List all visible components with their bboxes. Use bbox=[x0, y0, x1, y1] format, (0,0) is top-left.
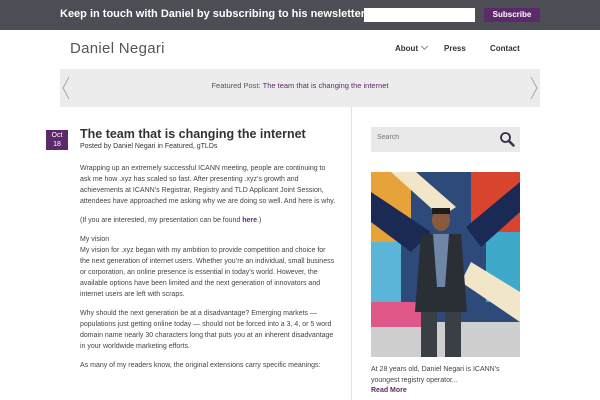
featured-post-label: Featured Post: bbox=[211, 81, 261, 90]
newsletter-bar: Keep in touch with Daniel by subscribing… bbox=[0, 0, 600, 30]
nav-item-contact[interactable]: Contact bbox=[490, 44, 520, 53]
featured-post-banner: Featured Post: The team that is changing… bbox=[60, 69, 540, 107]
site-title[interactable]: Daniel Negari bbox=[70, 40, 165, 57]
subscribe-button[interactable]: Subscribe bbox=[484, 8, 540, 22]
column-divider bbox=[351, 107, 352, 400]
post-meta: Posted by Daniel Negari in Featured, gTL… bbox=[80, 143, 217, 150]
post-date-badge: Oct 18 bbox=[46, 130, 68, 150]
nav-item-about[interactable]: About bbox=[395, 42, 429, 53]
search-input[interactable] bbox=[377, 134, 487, 141]
post-paragraph: As many of my readers know, the original… bbox=[80, 362, 321, 369]
profile-photo bbox=[371, 172, 520, 357]
post-paragraph: Why should the next generation be at a d… bbox=[80, 310, 334, 350]
post-meta-mid: in bbox=[155, 143, 165, 150]
nav-item-about-label: About bbox=[395, 44, 419, 53]
chevron-right-icon[interactable] bbox=[530, 76, 538, 100]
featured-post-text: Featured Post: The team that is changing… bbox=[60, 81, 540, 90]
section-heading: My vision bbox=[80, 236, 110, 243]
post-title[interactable]: The team that is changing the internet bbox=[80, 127, 306, 141]
presentation-link[interactable]: here bbox=[242, 217, 257, 224]
chevron-down-icon bbox=[421, 42, 429, 51]
post-paragraph: (If you are interested, my presentation … bbox=[80, 215, 336, 226]
post-date-month: Oct bbox=[51, 132, 63, 139]
search-icon[interactable] bbox=[499, 131, 515, 147]
post-date-day: 18 bbox=[53, 141, 61, 148]
site-header: Daniel Negari About Press Contact bbox=[0, 30, 600, 69]
nav-item-press[interactable]: Press bbox=[444, 44, 466, 53]
presentation-text-end: .) bbox=[257, 217, 262, 224]
post-body: Wrapping up an extremely successful ICAN… bbox=[80, 163, 336, 379]
sidebar-caption: At 28 years old, Daniel Negari is ICANN'… bbox=[371, 366, 500, 384]
featured-post-link[interactable]: The team that is changing the internet bbox=[263, 81, 389, 90]
presentation-text: (If you are interested, my presentation … bbox=[80, 217, 243, 224]
post-paragraph: My vision for .xyz began with my ambitio… bbox=[80, 247, 335, 298]
post-author-link[interactable]: Daniel Negari bbox=[113, 143, 155, 150]
post-categories-link[interactable]: Featured, gTLDs bbox=[165, 143, 218, 150]
read-more-link[interactable]: Read More bbox=[371, 387, 407, 394]
search-box bbox=[371, 127, 520, 152]
newsletter-message: Keep in touch with Daniel by subscribing… bbox=[60, 8, 369, 20]
post-meta-prefix: Posted by bbox=[80, 143, 114, 150]
post-paragraph: Wrapping up an extremely successful ICAN… bbox=[80, 165, 336, 205]
newsletter-email-input[interactable] bbox=[364, 8, 475, 22]
